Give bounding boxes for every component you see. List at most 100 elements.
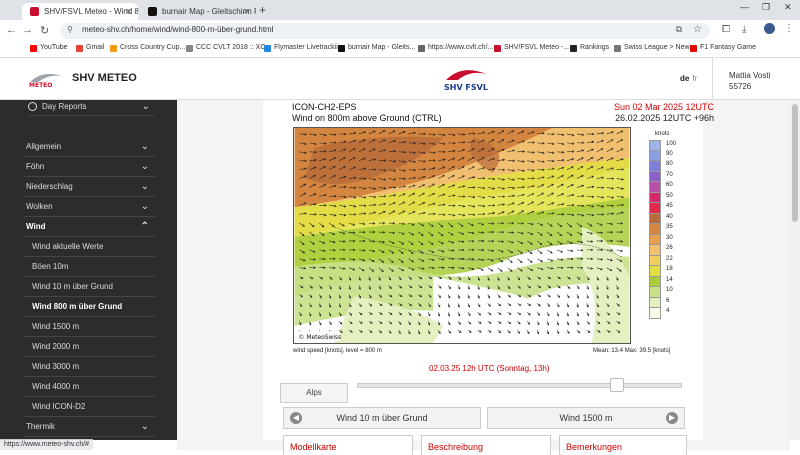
chevron-down-icon: ⌄ (140, 161, 149, 172)
time-slider-handle[interactable] (610, 378, 624, 392)
map-stats: Mean: 13.4 Max: 39.5 [knots] (593, 348, 671, 354)
legend-label: 18 (666, 266, 673, 272)
legend-label: 4 (666, 308, 670, 314)
close-icon[interactable]: ✕ (125, 3, 132, 20)
sidebar-item-wind-4000-m[interactable]: Wind 4000 m (24, 377, 155, 397)
legend-label: 100 (666, 141, 677, 147)
bookmark-icon (264, 45, 271, 52)
sidebar-item-wolken[interactable]: Wolken ⌄ (24, 197, 155, 217)
bookmark-star-icon[interactable]: ☆ (693, 24, 702, 35)
bookmark-item[interactable]: Gmail (76, 44, 104, 52)
tab-bemerkungen[interactable]: Bemerkungen (559, 435, 687, 455)
sidebar-item-label: Wind 3000 m (32, 362, 80, 371)
legend-swatch: 35 (649, 224, 673, 235)
bookmark-item[interactable]: burnair Map - Gleits... (338, 44, 415, 52)
profile-avatar[interactable] (764, 23, 775, 34)
scrollbar-thumb[interactable] (792, 104, 798, 222)
new-tab-button[interactable]: + (259, 3, 266, 17)
user-name: Mattia Vosti (729, 71, 771, 80)
sidebar-item-label: Wind 1500 m (32, 322, 80, 331)
bookmark-item[interactable]: F1 Fantasy Game (690, 44, 756, 52)
legend-swatch: 45 (649, 203, 673, 214)
forward-icon[interactable]: → (22, 24, 33, 36)
shv-fsvl-logo-icon[interactable]: SHV FSVL (442, 66, 488, 92)
map-subtitle: Wind on 800m above Ground (CTRL) (292, 113, 442, 123)
sidebar-item-wind-2000-m[interactable]: Wind 2000 m (24, 337, 155, 357)
legend-label: 90 (666, 150, 673, 157)
wind-map[interactable]: © MeteoSwiss (293, 127, 631, 344)
browser-tab-active[interactable]: SHV/FSVL Meteo - Wind 800 m ✕ (22, 3, 138, 20)
bookmark-icon (690, 45, 697, 52)
tab-title: burnair Map - Gleitschirm Flug (162, 7, 256, 16)
brand-title[interactable]: SHV METEO (72, 72, 137, 84)
tab-beschreibung[interactable]: Beschreibung (421, 435, 551, 455)
sidebar-item-wind-aktuelle-werte[interactable]: Wind aktuelle Werte (24, 237, 155, 257)
map-copyright: © MeteoSwiss (299, 334, 342, 341)
sidebar-item-thermik[interactable]: Thermik ⌄ (24, 417, 155, 437)
site-info-icon[interactable]: ⚲ (67, 25, 73, 34)
chevron-down-icon: ⌄ (140, 201, 149, 212)
sidebar-item-wind-1500-m[interactable]: Wind 1500 m (24, 317, 155, 337)
close-window-icon[interactable]: ✕ (784, 2, 792, 13)
bookmark-item[interactable]: Flymaster Livetrackii... (264, 44, 344, 52)
downloads-icon[interactable]: ⤓ (742, 24, 746, 35)
shv-logo-icon[interactable]: METEO (28, 70, 64, 88)
main-content: ICON-CH2-EPS Wind on 800m above Ground (… (177, 100, 790, 455)
sidebar-item-wind[interactable]: Wind ⌃ (24, 217, 155, 237)
bookmark-icon (418, 45, 425, 52)
browser-tab[interactable]: burnair Map - Gleitschirm Flug ✕ (140, 3, 256, 20)
sidebar-item-label: Niederschlag (26, 182, 73, 191)
bookmark-icon (186, 45, 193, 52)
user-info[interactable]: Mattia Vosti 55726 (712, 58, 770, 100)
lang-fr[interactable]: fr (692, 74, 697, 83)
region-select-alps[interactable]: Alps (280, 383, 348, 403)
sidebar-item-wind-3000-m[interactable]: Wind 3000 m (24, 357, 155, 377)
sidebar-item-wind-800-m-über-grund[interactable]: Wind 800 m über Grund (24, 297, 155, 317)
extensions-icon[interactable]: ⧠ (722, 24, 730, 35)
close-icon[interactable]: ✕ (243, 3, 250, 20)
page-scrollbar[interactable] (790, 100, 800, 440)
bookmark-item[interactable]: SHV/FSVL Meteo -... (494, 44, 569, 52)
sidebar-item-niederschlag[interactable]: Niederschlag ⌄ (24, 177, 155, 197)
bookmark-item[interactable]: YouTube (30, 44, 68, 52)
bookmark-item[interactable]: https://www.cvlt.ch/... (418, 44, 493, 52)
sidebar-item-böen-10m[interactable]: Böen 10m (24, 257, 155, 277)
translate-icon[interactable]: ⧉ (676, 24, 682, 35)
wind-legend: 100 90 80 70 60 50 45 40 35 30 26 22 18 14 10 6 4 (649, 140, 676, 319)
sidebar-item-allgemein[interactable]: Allgemein ⌄ (24, 137, 155, 157)
tab-modellkarte[interactable]: Modellkarte (283, 435, 413, 455)
language-switch: de fr (680, 74, 697, 83)
reload-icon[interactable]: ↻ (40, 24, 49, 37)
omnibox[interactable]: ⚲ meteo-shv.ch/home/wind/wind-800-m-über… (60, 23, 710, 39)
legend-swatch: 4 (649, 308, 669, 319)
url-text[interactable]: meteo-shv.ch/home/wind/wind-800-m-über-g… (82, 25, 274, 34)
legend-label: 10 (666, 287, 673, 293)
sidebar-item-föhn[interactable]: Föhn ⌄ (24, 157, 155, 177)
bookmark-item[interactable]: Rankings (570, 44, 609, 52)
minimize-icon[interactable]: — (740, 2, 749, 12)
prev-map-button[interactable]: ◀ Wind 10 m über Grund (283, 407, 481, 429)
menu-icon[interactable]: ⋮ (784, 23, 794, 34)
sidebar-item-label: Wind (26, 222, 46, 231)
sidebar-item-day-reports[interactable]: Day Reports ⌄ (28, 100, 154, 116)
bookmark-item[interactable]: Cross Country Cup... (110, 44, 185, 52)
next-map-button[interactable]: Wind 1500 m ▶ (487, 407, 685, 429)
site-header: METEO SHV METEO SHV FSVL de fr Mattia Vos… (0, 58, 800, 100)
legend-label: 80 (666, 161, 673, 167)
bookmark-icon (338, 45, 345, 52)
bookmark-icon (110, 45, 117, 52)
sidebar-item-label: Thermik (26, 422, 55, 431)
lang-de[interactable]: de (680, 74, 689, 83)
favicon-icon (30, 7, 39, 16)
sidebar-item-label: Wind 4000 m (32, 382, 80, 391)
bookmark-icon (76, 45, 83, 52)
back-icon[interactable]: ← (6, 24, 17, 36)
bookmark-item[interactable]: CCC CVLT 2018 :: XC... (186, 44, 271, 52)
sidebar-item-wind-10-m-über-grund[interactable]: Wind 10 m über Grund (24, 277, 155, 297)
time-slider[interactable] (357, 383, 682, 388)
sidebar-item-wind-icon-d2[interactable]: Wind ICON-D2 (24, 397, 155, 417)
legend-swatch: 26 (649, 245, 673, 256)
bookmark-item[interactable]: Swiss League > News (614, 44, 693, 52)
maximize-icon[interactable]: ❐ (762, 2, 770, 13)
map-date: Sun 02 Mar 2025 12UTC 26.02.2025 12UTC +… (614, 102, 714, 124)
